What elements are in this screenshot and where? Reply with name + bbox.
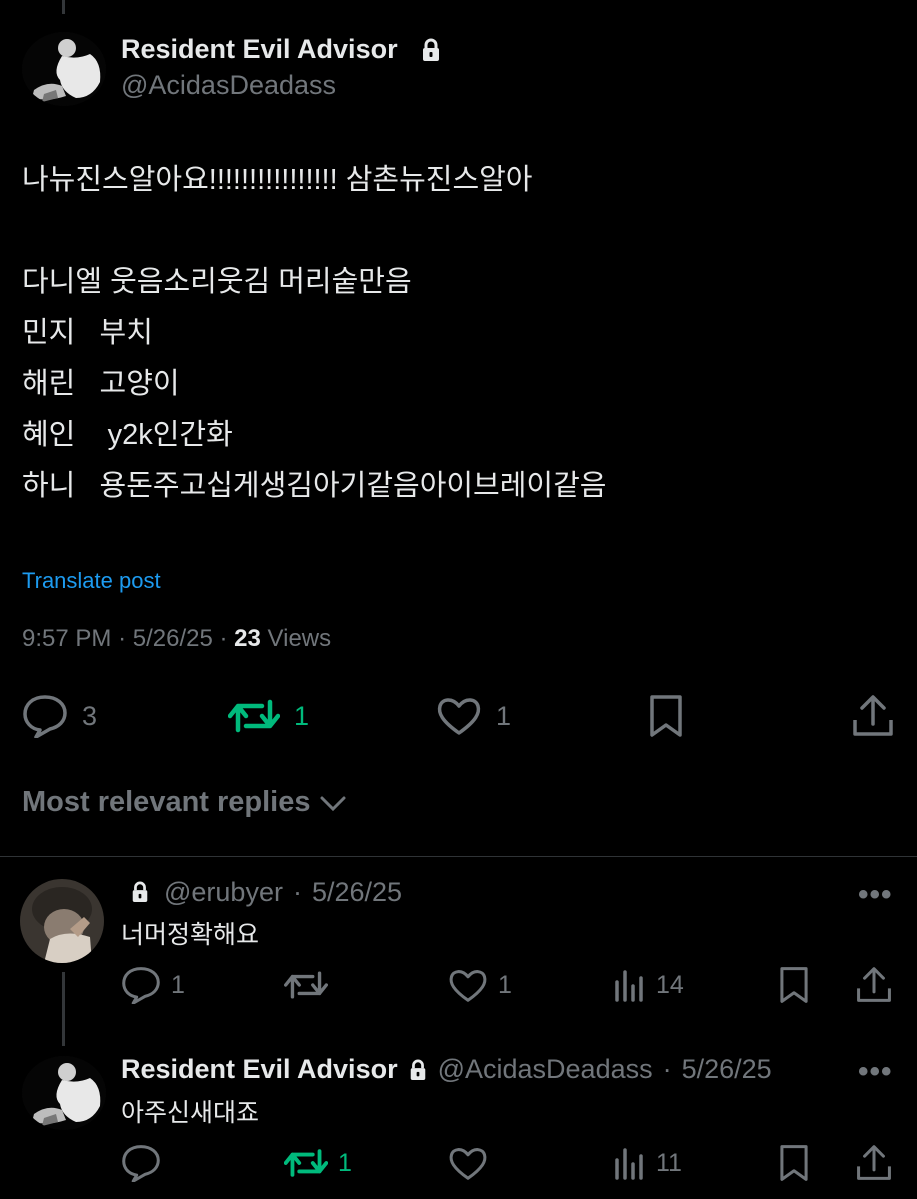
share-button[interactable] bbox=[856, 966, 892, 1009]
chevron-down-icon bbox=[320, 796, 345, 811]
repost-button[interactable]: 1 bbox=[228, 696, 309, 736]
bookmark-button[interactable] bbox=[778, 966, 810, 1009]
share-button[interactable] bbox=[856, 1144, 892, 1187]
repost-button[interactable] bbox=[284, 968, 338, 1002]
reply-button[interactable] bbox=[121, 1144, 171, 1182]
analytics-icon bbox=[615, 1148, 643, 1180]
author-avatar[interactable] bbox=[22, 32, 106, 106]
repost-button[interactable]: 1 bbox=[284, 1146, 352, 1180]
reply-author-name[interactable]: Resident Evil Advisor bbox=[121, 1054, 398, 1085]
like-button[interactable] bbox=[448, 1146, 498, 1181]
replies-sort-dropdown[interactable]: Most relevant replies bbox=[22, 786, 347, 819]
reply-count: 1 bbox=[171, 970, 185, 999]
heart-icon bbox=[449, 1148, 487, 1180]
views-button[interactable]: 14 bbox=[614, 968, 684, 1002]
author-name[interactable]: Resident Evil Advisor bbox=[121, 34, 398, 65]
dot-separator: · bbox=[118, 625, 127, 652]
bookmark-icon bbox=[780, 967, 808, 1003]
post-text: 나뉴진스알아요!!!!!!!!!!!!!!!! 삼촌뉴진스알아 다니엘 웃음소리… bbox=[22, 164, 607, 502]
lock-icon bbox=[420, 38, 442, 62]
repost-count: 1 bbox=[294, 700, 310, 731]
reply-text: 아주신새대죠 bbox=[121, 1099, 260, 1127]
reply-button[interactable]: 3 bbox=[22, 694, 97, 738]
share-icon bbox=[857, 1145, 891, 1180]
heart-icon bbox=[437, 698, 481, 735]
views-count: 14 bbox=[656, 970, 684, 999]
post-date: 5/26/25 bbox=[132, 625, 213, 652]
repost-count: 1 bbox=[338, 1148, 352, 1177]
reply-handle[interactable]: @AcidasDeadass bbox=[438, 1054, 653, 1085]
author-handle[interactable]: @AcidasDeadass bbox=[121, 70, 336, 101]
views-count: 11 bbox=[656, 1148, 682, 1177]
more-options-button[interactable]: ••• bbox=[858, 1055, 893, 1089]
more-options-button[interactable]: ••• bbox=[858, 878, 893, 912]
thread-line bbox=[62, 972, 65, 1046]
bookmark-button[interactable] bbox=[778, 1144, 810, 1187]
share-icon bbox=[857, 967, 891, 1002]
reply-button[interactable]: 1 bbox=[121, 966, 185, 1004]
like-button[interactable]: 1 bbox=[436, 696, 511, 736]
thread-line-top bbox=[62, 0, 65, 14]
reply-icon bbox=[122, 967, 160, 1004]
dot-separator: · bbox=[292, 877, 302, 907]
reply-text: 너머정확해요 bbox=[121, 921, 260, 949]
reply-meta: Resident Evil Advisor @AcidasDeadass · 5… bbox=[121, 1054, 772, 1085]
reply-icon bbox=[23, 695, 67, 738]
post-time: 9:57 PM bbox=[22, 625, 112, 652]
dot-separator: · bbox=[662, 1054, 672, 1084]
analytics-icon bbox=[615, 970, 643, 1002]
share-icon bbox=[853, 695, 893, 736]
divider bbox=[0, 856, 917, 857]
reply-date: 5/26/25 bbox=[681, 1054, 772, 1084]
reply-icon bbox=[122, 1145, 160, 1182]
lock-icon bbox=[130, 881, 150, 903]
post-meta: 9:57 PM · 5/26/25 · 23 Views bbox=[22, 625, 331, 653]
reply-avatar[interactable] bbox=[20, 879, 104, 963]
reply-date: 5/26/25 bbox=[311, 877, 403, 907]
repost-icon bbox=[284, 971, 328, 999]
like-button[interactable]: 1 bbox=[448, 968, 512, 1003]
repost-icon bbox=[228, 699, 280, 733]
bookmark-icon bbox=[650, 695, 682, 737]
reply-handle[interactable]: @erubyer bbox=[164, 877, 283, 908]
views-button[interactable]: 11 bbox=[614, 1146, 682, 1180]
lock-icon bbox=[408, 1059, 428, 1081]
dot-separator: · bbox=[219, 625, 228, 652]
views-label: Views bbox=[267, 625, 332, 652]
bookmark-button[interactable] bbox=[648, 694, 684, 743]
reply-author-avatar[interactable] bbox=[22, 1056, 106, 1130]
share-button[interactable] bbox=[852, 694, 894, 743]
repost-icon bbox=[284, 1149, 328, 1177]
replies-sort-label: Most relevant replies bbox=[22, 786, 311, 818]
heart-icon bbox=[449, 970, 487, 1002]
like-count: 1 bbox=[498, 971, 512, 999]
bookmark-icon bbox=[780, 1145, 808, 1181]
like-count: 1 bbox=[496, 700, 512, 731]
translate-post-link[interactable]: Translate post bbox=[22, 568, 161, 594]
reply-meta: @erubyer · 5/26/25 bbox=[164, 877, 402, 908]
views-count: 23 bbox=[234, 625, 261, 652]
reply-count: 3 bbox=[82, 700, 98, 731]
